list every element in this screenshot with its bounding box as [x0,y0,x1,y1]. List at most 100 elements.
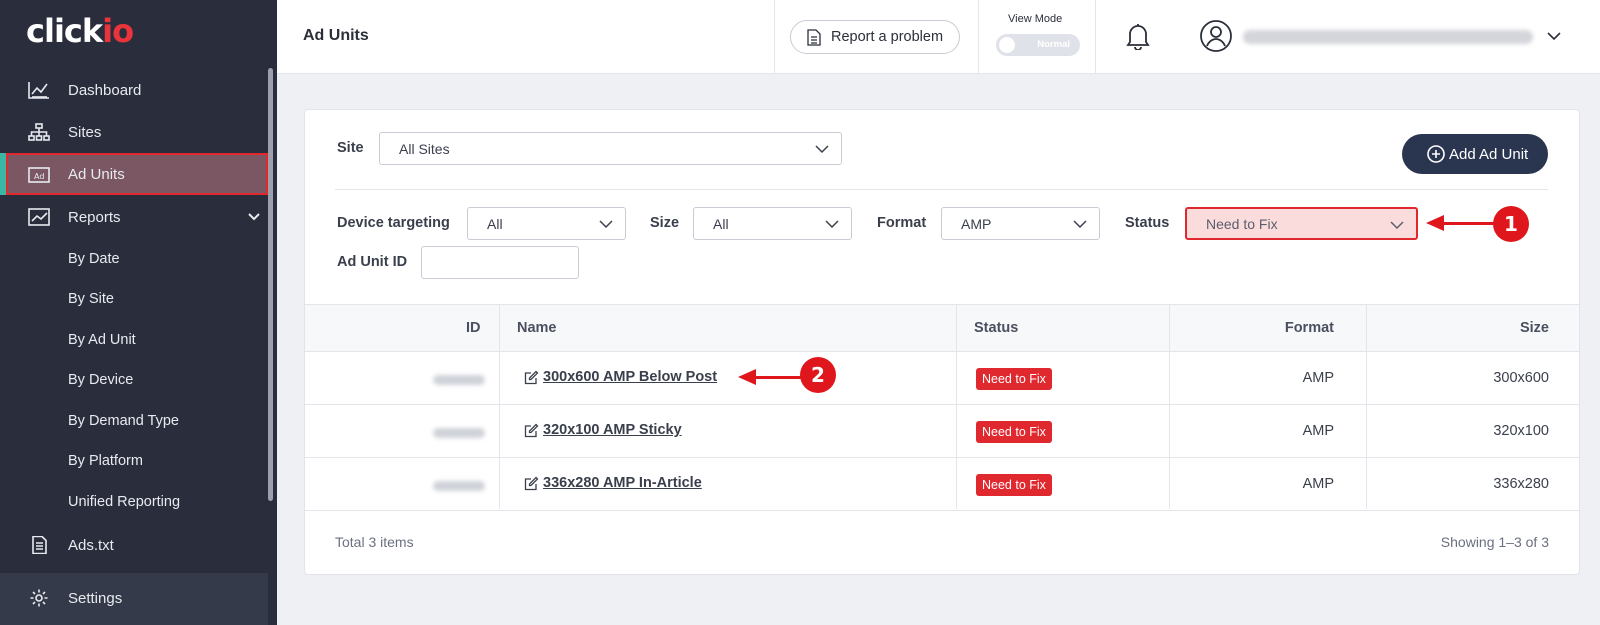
column-divider [1169,304,1170,509]
divider [335,189,1548,190]
ad-unit-id-blurred [433,375,485,385]
view-mode-toggle[interactable]: Normal [996,34,1080,56]
sidebar-item-label: Reports [68,208,121,226]
status-select-value: Need to Fix [1206,215,1278,232]
sidebar-item-label: Sites [68,123,102,141]
add-ad-unit-label: Add Ad Unit [1449,145,1529,163]
reports-chart-icon [28,208,50,226]
site-label: Site [337,140,364,156]
sidebar-item-label: Dashboard [68,81,142,99]
column-header-id[interactable]: ID [466,320,481,336]
sidebar-subitem-by-date[interactable]: By Date [68,251,120,267]
table-row: 320x100 AMP Sticky Need to Fix AMP 320x1… [305,406,1579,458]
plus-circle-icon [1427,145,1445,163]
column-header-size[interactable]: Size [1520,320,1549,336]
bell-icon[interactable] [1126,22,1150,50]
size-select-value: All [713,215,729,232]
clickio-logo[interactable]: clickio [26,12,134,50]
page-title: Ad Units [303,27,369,44]
status-badge: Need to Fix [976,474,1052,496]
ad-unit-name-link[interactable]: 300x600 AMP Below Post [543,369,717,385]
chevron-down-icon[interactable] [1547,31,1561,41]
sidebar-item-settings[interactable]: Settings [0,578,268,618]
chevron-down-icon [599,220,613,229]
add-ad-unit-button[interactable]: Add Ad Unit [1402,134,1548,174]
gear-icon [30,589,48,607]
status-badge: Need to Fix [976,421,1052,443]
format-cell: AMP [1302,423,1334,439]
edit-icon[interactable] [524,423,539,438]
site-select[interactable]: All Sites [379,132,842,165]
size-cell: 300x600 [1493,370,1549,386]
sidebar-item-ads-txt[interactable]: Ads.txt [0,525,268,565]
header-divider [774,0,775,74]
view-mode-value: Normal [1037,39,1070,50]
sidebar-subitem-by-platform[interactable]: By Platform [68,453,143,469]
table-header: ID Name Status Format Size [305,304,1579,352]
device-select-value: All [487,215,503,232]
showing-range-text: Showing 1–3 of 3 [1440,534,1549,550]
sidebar-item-label: Ads.txt [68,536,114,554]
toggle-knob [999,37,1015,53]
format-cell: AMP [1302,370,1334,386]
column-divider [956,304,957,509]
sidebar-item-reports[interactable]: Reports [0,197,268,237]
status-label: Status [1125,215,1170,231]
edit-icon[interactable] [524,476,539,491]
device-targeting-select[interactable]: All [467,207,626,240]
document-icon [807,29,821,46]
size-select[interactable]: All [693,207,852,240]
sidebar-subitem-by-demand-type[interactable]: By Demand Type [68,413,179,429]
report-problem-button[interactable]: Report a problem [790,20,960,54]
header-divider [978,0,979,74]
sidebar-subitem-by-ad-unit[interactable]: By Ad Unit [68,332,136,348]
format-select[interactable]: AMP [941,207,1100,240]
view-mode-label: View Mode [1008,13,1063,25]
sidebar-item-dashboard[interactable]: Dashboard [0,70,268,110]
ad-unit-id-blurred [433,428,485,438]
sidebar-item-sites[interactable]: Sites [0,112,268,152]
status-badge: Need to Fix [976,368,1052,390]
annotation-arrow-1 [1440,222,1495,225]
user-email-blurred[interactable] [1243,30,1533,44]
report-problem-label: Report a problem [831,29,944,45]
sidebar-item-label: Settings [68,589,123,607]
ad-unit-name-link[interactable]: 320x100 AMP Sticky [543,422,682,438]
column-header-format[interactable]: Format [1285,320,1334,336]
table-row: 336x280 AMP In-Article Need to Fix AMP 3… [305,459,1579,511]
size-cell: 336x280 [1493,476,1549,492]
size-label: Size [650,215,680,231]
table-row: 300x600 AMP Below Post Need to Fix AMP 3… [305,353,1579,405]
sidebar-subitem-by-device[interactable]: By Device [68,372,133,388]
sidebar-subitem-by-site[interactable]: By Site [68,291,114,307]
chevron-down-icon[interactable] [248,211,260,223]
format-select-value: AMP [961,215,992,232]
user-avatar-icon[interactable] [1200,20,1232,52]
format-cell: AMP [1302,476,1334,492]
column-header-name[interactable]: Name [517,320,557,336]
site-select-value: All Sites [399,140,450,157]
status-select[interactable]: Need to Fix [1185,207,1418,240]
sidebar: clickio Dashboard Sites Ad Ad Units Repo… [0,0,277,625]
sidebar-scrollbar[interactable] [268,68,273,501]
chevron-down-icon [1073,220,1087,229]
chevron-down-icon [1390,221,1404,230]
total-items-text: Total 3 items [335,534,414,550]
ad-unit-id-input[interactable] [421,246,579,279]
format-label: Format [877,215,927,231]
sidebar-item-ad-units[interactable]: Ad Ad Units [6,153,268,195]
sitemap-icon [28,123,50,141]
dashboard-chart-icon [28,82,49,99]
header-divider [1095,0,1096,74]
ad-unit-name-link[interactable]: 336x280 AMP In-Article [543,475,702,491]
column-divider [1366,304,1367,509]
ad-unit-id-blurred [433,481,485,491]
ad-unit-id-label: Ad Unit ID [337,254,408,270]
chevron-down-icon [825,220,839,229]
edit-icon[interactable] [524,370,539,385]
ad-icon: Ad [28,167,50,183]
device-targeting-label: Device targeting [337,215,450,231]
annotation-arrow-2 [752,376,802,379]
column-header-status[interactable]: Status [974,320,1018,336]
sidebar-subitem-unified-reporting[interactable]: Unified Reporting [68,494,180,510]
